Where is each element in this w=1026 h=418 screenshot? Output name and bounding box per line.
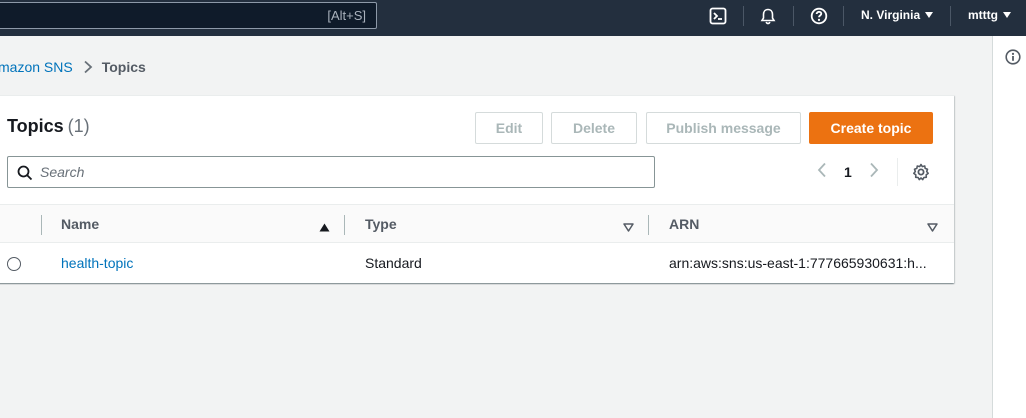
breadcrumb-sns-link[interactable]: mazon SNS xyxy=(0,59,73,75)
global-search-input[interactable]: [Alt+S] xyxy=(0,2,377,29)
region-label: N. Virginia xyxy=(861,8,921,22)
nav-divider xyxy=(950,6,951,26)
chevron-right-icon[interactable] xyxy=(868,162,880,181)
tools-panel xyxy=(992,36,1026,418)
page-title: Topics (1) xyxy=(7,116,90,137)
search-shortcut-hint: [Alt+S] xyxy=(327,8,366,23)
top-navigation: [Alt+S] N. Virginia mtttg xyxy=(0,0,1026,36)
topics-count: (1) xyxy=(67,116,90,136)
nav-divider xyxy=(743,6,744,26)
pager-divider xyxy=(897,158,898,186)
chevron-right-icon xyxy=(83,60,93,74)
row-select-radio[interactable] xyxy=(7,257,21,271)
column-divider[interactable] xyxy=(344,215,345,235)
publish-message-button[interactable]: Publish message xyxy=(646,112,801,144)
topic-arn: arn:aws:sns:us-east-1:777665930631:h... xyxy=(669,255,927,271)
caret-down-icon xyxy=(925,12,934,18)
breadcrumb-current: Topics xyxy=(101,59,146,75)
topics-table-container: Topics (1) Edit Delete Publish message Cr… xyxy=(0,95,954,283)
pagination: 1 xyxy=(816,162,880,181)
search-icon xyxy=(17,165,33,184)
create-topic-button[interactable]: Create topic xyxy=(809,112,933,144)
sort-ascending-icon[interactable] xyxy=(319,219,330,235)
column-header-arn[interactable]: ARN xyxy=(669,216,699,232)
edit-button[interactable]: Edit xyxy=(475,112,543,144)
bell-icon[interactable] xyxy=(758,6,778,26)
info-icon[interactable] xyxy=(1005,49,1021,68)
column-divider xyxy=(41,215,42,235)
nav-divider xyxy=(793,6,794,26)
gear-icon[interactable] xyxy=(912,163,930,184)
column-divider[interactable] xyxy=(648,215,649,235)
help-icon[interactable] xyxy=(809,6,829,26)
table-row: health-topic Standard arn:aws:sns:us-eas… xyxy=(0,243,954,283)
search-input[interactable] xyxy=(40,163,640,181)
column-header-name[interactable]: Name xyxy=(61,216,99,232)
topic-name-link[interactable]: health-topic xyxy=(61,255,133,271)
account-name: mtttg xyxy=(968,8,998,22)
page-number[interactable]: 1 xyxy=(844,164,852,180)
topic-type: Standard xyxy=(365,255,422,271)
region-selector[interactable]: N. Virginia xyxy=(861,8,934,22)
table-header: Name Type ARN xyxy=(0,204,954,243)
breadcrumb: mazon SNS Topics xyxy=(0,59,146,75)
account-menu[interactable]: mtttg xyxy=(968,8,1011,22)
search-field[interactable] xyxy=(7,156,655,188)
sort-icon[interactable] xyxy=(927,219,938,235)
delete-button[interactable]: Delete xyxy=(551,112,637,144)
column-header-type[interactable]: Type xyxy=(365,216,397,232)
topics-title: Topics xyxy=(7,116,64,136)
chevron-left-icon[interactable] xyxy=(816,162,828,181)
sort-icon[interactable] xyxy=(623,219,634,235)
caret-down-icon xyxy=(1003,12,1011,18)
nav-divider xyxy=(843,6,844,26)
cloudshell-icon[interactable] xyxy=(708,6,728,26)
